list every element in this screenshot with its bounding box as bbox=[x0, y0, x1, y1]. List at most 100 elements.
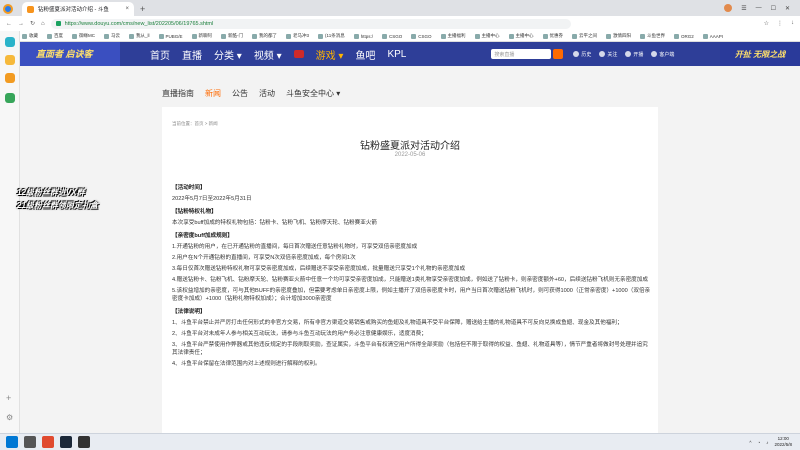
bookmark-label: 斗鱼世界 bbox=[647, 33, 666, 38]
section-title: 【活动时间】 bbox=[172, 185, 206, 191]
home-icon[interactable]: ⌂ bbox=[41, 21, 45, 27]
bookmark-item[interactable]: 我的都了 bbox=[252, 33, 277, 39]
bookmark-label: 御缘MC bbox=[79, 33, 95, 38]
bookmark-item[interactable]: 收藏 bbox=[22, 33, 38, 39]
bookmark-item[interactable]: 云平之间 bbox=[572, 33, 597, 39]
bookmark-item[interactable]: 老马冲3 bbox=[286, 33, 309, 39]
header-banner-right[interactable]: 开扯 无限之战 bbox=[720, 42, 800, 66]
bookmark-label: 优惠券 bbox=[549, 33, 564, 38]
subnav-item[interactable]: 直播指南 bbox=[162, 88, 194, 99]
search-input[interactable]: 搜索直播 bbox=[491, 49, 552, 59]
steam-icon[interactable] bbox=[60, 436, 72, 448]
browser-logo-icon[interactable] bbox=[0, 2, 16, 16]
sidebar-settings-icon[interactable]: ⚙ bbox=[6, 413, 16, 423]
bookmark-item[interactable]: 百度 bbox=[47, 33, 63, 39]
site-nav-item[interactable]: 游戏 ▾ bbox=[316, 47, 344, 62]
tray-arrow-icon[interactable]: ^ bbox=[749, 440, 751, 445]
subnav-item[interactable]: 活动 bbox=[259, 88, 275, 99]
bookmark-item[interactable]: CSGO bbox=[411, 33, 432, 39]
close-window-icon[interactable]: ✕ bbox=[785, 5, 790, 12]
bookmark-item[interactable]: 斗鱼世界 bbox=[640, 33, 665, 39]
bookmark-item[interactable]: 主播福利 bbox=[440, 33, 466, 39]
bookmark-icon bbox=[640, 33, 646, 39]
header-icon-item[interactable]: 客户端 bbox=[651, 51, 674, 58]
bookmark-label: 收藏 bbox=[29, 33, 38, 38]
bookmark-icon bbox=[702, 33, 708, 39]
header-icon-label: 关注 bbox=[607, 51, 618, 58]
article-title: 钻粉盛夏派对活动介绍 bbox=[360, 141, 460, 152]
site-nav-item[interactable]: 鱼吧 bbox=[355, 47, 375, 62]
bookmark-item[interactable]: 优惠券 bbox=[542, 33, 564, 39]
overlay-line: 21级粉丝群领限定礼盒 bbox=[17, 201, 98, 210]
header-icon-item[interactable]: 关注 bbox=[599, 51, 617, 58]
bookmark-icon bbox=[440, 33, 446, 39]
subnav-item[interactable]: 新闻 bbox=[205, 88, 221, 99]
sidebar-app-icon[interactable] bbox=[5, 93, 15, 103]
app-icon[interactable] bbox=[78, 436, 90, 448]
bookmark-icon bbox=[606, 33, 612, 39]
header-banner-left[interactable]: 直面者 启诀客 bbox=[20, 42, 120, 66]
extensions-icon[interactable]: ⋮ bbox=[777, 20, 783, 27]
search-taskbar-icon[interactable] bbox=[24, 436, 36, 448]
bookmark-item[interactable]: PUBG/E bbox=[158, 33, 183, 39]
star-icon[interactable]: ☆ bbox=[764, 20, 769, 27]
bookmark-icon bbox=[542, 33, 548, 39]
bookmark-item[interactable]: 御缘MC bbox=[72, 33, 95, 39]
forward-icon[interactable]: → bbox=[18, 21, 24, 27]
taskbar: ^ ◔ ♪ 12:00 2022/5/8 bbox=[0, 433, 800, 450]
clock[interactable]: 12:00 2022/5/8 bbox=[774, 436, 792, 448]
sidebar-app-icon[interactable] bbox=[5, 73, 15, 83]
back-icon[interactable]: ← bbox=[6, 21, 12, 27]
bookmark-item[interactable]: 激情四阳 bbox=[606, 33, 631, 39]
reload-icon[interactable]: ↻ bbox=[30, 20, 35, 27]
sidebar-app-icon[interactable] bbox=[5, 37, 15, 47]
bookmark-item[interactable]: ORG2 bbox=[674, 33, 694, 39]
bookmark-item[interactable]: 主播中心 bbox=[474, 33, 500, 39]
tab-title: 钻粉盛夏派对活动介绍 - 斗鱼 bbox=[38, 7, 109, 13]
bookmark-item[interactable]: 主播中心 bbox=[508, 33, 534, 39]
address-bar-row: ← → ↻ ⌂ https://www.douyu.com/cms/new_li… bbox=[0, 16, 800, 31]
site-nav-item[interactable]: 直播 bbox=[182, 47, 202, 62]
minimize-icon[interactable]: — bbox=[756, 5, 762, 11]
menu-icon[interactable]: ☰ bbox=[741, 5, 746, 12]
bookmark-item[interactable]: 我从_ll bbox=[129, 33, 150, 39]
volume-icon[interactable]: ♪ bbox=[766, 440, 768, 445]
site-nav-item[interactable]: 首页 bbox=[150, 47, 170, 62]
sidebar-star-icon[interactable] bbox=[5, 55, 15, 65]
app-icon[interactable] bbox=[42, 436, 54, 448]
subnav-item[interactable]: 斗鱼安全中心 ▾ bbox=[286, 88, 340, 99]
header-icon-item[interactable]: 历史 bbox=[573, 51, 591, 58]
subnav-item[interactable]: 公告 bbox=[232, 88, 248, 99]
bookmark-item[interactable]: 新聊阿 bbox=[191, 33, 212, 39]
site-nav-item[interactable]: 分类 ▾ bbox=[214, 47, 242, 62]
header-icon-item[interactable]: 开播 bbox=[625, 51, 643, 58]
site-header: 直面者 启诀客 首页 直播 分类 ▾ 视频 ▾ 游戏 ▾ 鱼吧 KPL 搜索直播 历史 关注 开… bbox=[20, 42, 800, 66]
rule-item: 5.该权益增加的亲密度，可与其他BUFF的亲密度叠加，但需要考虑单日亲密度上限，… bbox=[172, 288, 651, 302]
bookmark-item[interactable]: (11条消息 bbox=[318, 33, 345, 39]
network-icon[interactable]: ◔ bbox=[758, 440, 761, 445]
search-button-icon[interactable] bbox=[553, 49, 564, 59]
site-nav-item[interactable]: KPL bbox=[387, 49, 406, 60]
profile-avatar-icon[interactable] bbox=[724, 4, 733, 12]
url-field[interactable]: https://www.douyu.com/cms/new_list/20220… bbox=[50, 18, 571, 29]
bookmark-item[interactable]: https:/ bbox=[353, 33, 373, 39]
bookmark-item[interactable]: 新酷-门 bbox=[221, 33, 243, 39]
section-text: 本次享受buff加成的特权礼物包括：钻粉卡、钻粉飞机、钻粉摩天轮、钻粉赛亚火箭 bbox=[172, 220, 378, 226]
close-tab-icon[interactable]: × bbox=[125, 6, 129, 12]
site-nav-item[interactable]: 视频 ▾ bbox=[254, 47, 282, 62]
section-text: 2022年5月7日至2022年5月31日 bbox=[172, 196, 252, 202]
bookmark-icon bbox=[411, 33, 417, 39]
bookmark-item[interactable]: AAAPI bbox=[702, 33, 723, 39]
browser-tab-active[interactable]: 钻粉盛夏派对活动介绍 - 斗鱼 × bbox=[22, 2, 134, 16]
start-icon[interactable] bbox=[6, 436, 18, 448]
bookmark-label: 百度 bbox=[54, 33, 63, 38]
bookmark-item[interactable]: 马云 bbox=[104, 33, 120, 39]
sidebar-add-icon[interactable]: + bbox=[6, 393, 16, 403]
site-nav: 首页 直播 分类 ▾ 视频 ▾ 游戏 ▾ 鱼吧 KPL bbox=[150, 47, 406, 62]
bookmark-icon bbox=[353, 33, 359, 39]
new-tab-button[interactable]: + bbox=[140, 2, 145, 16]
download-icon[interactable]: ↓ bbox=[791, 20, 794, 27]
bookmark-item[interactable]: CSGO bbox=[381, 33, 402, 39]
header-item-icon bbox=[599, 51, 606, 57]
maximize-icon[interactable]: ☐ bbox=[771, 5, 776, 12]
